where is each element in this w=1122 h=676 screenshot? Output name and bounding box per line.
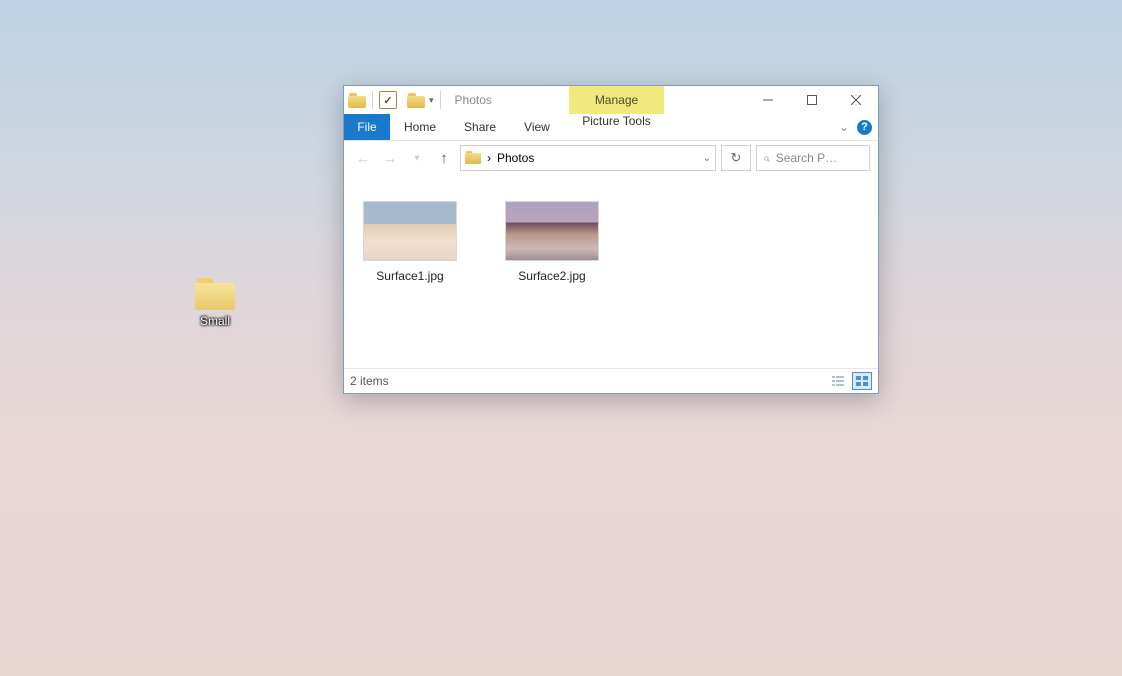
desktop-folder-small[interactable]: Small [182,278,248,328]
image-thumbnail [505,201,599,261]
nav-up-button[interactable]: ↑ [433,147,455,169]
search-icon: ⌕ [763,151,770,166]
titlebar[interactable]: ✓ ▾ Photos Manage [344,86,878,114]
explorer-window: ✓ ▾ Photos Manage Fi [343,85,879,394]
breadcrumb-separator: › [487,151,491,165]
qat-properties-icon[interactable]: ✓ [379,91,397,109]
thumbnails-view-icon [856,376,868,386]
search-placeholder: Search P… [776,151,837,165]
tab-file[interactable]: File [344,114,390,140]
file-item[interactable]: Surface1.jpg [362,201,458,283]
address-bar[interactable]: › Photos ⌄ [460,145,716,171]
tab-share[interactable]: Share [450,114,510,140]
nav-back-button[interactable]: ← [352,147,374,169]
refresh-icon: ↻ [731,150,742,166]
tab-view[interactable]: View [510,114,564,140]
close-icon [851,95,861,105]
ribbon-tabs: File Home Share View Picture Tools ⌄ ? [344,114,878,141]
desktop-icon-label: Small [200,314,230,328]
details-view-icon [832,376,844,386]
tab-home[interactable]: Home [390,114,450,140]
arrow-left-icon: ← [356,150,371,167]
window-title: Photos [455,93,492,107]
maximize-icon [807,95,817,105]
ribbon-expand-icon[interactable]: ⌄ [839,120,849,134]
status-bar: 2 items [344,368,878,393]
tab-picture-tools[interactable]: Picture Tools [569,114,664,128]
nav-row: ← → ▾ ↑ › Photos ⌄ ↻ ⌕ Search P… [344,141,878,175]
close-button[interactable] [834,86,878,114]
folder-icon [195,278,235,310]
chevron-down-icon: ▾ [414,153,419,164]
nav-history-button[interactable]: ▾ [406,147,428,169]
divider [372,91,373,109]
view-thumbnails-button[interactable] [852,372,872,390]
nav-forward-button[interactable]: → [379,147,401,169]
view-details-button[interactable] [828,372,848,390]
status-text: 2 items [350,374,389,388]
folder-icon [348,91,366,109]
folder-icon [465,151,481,165]
qat-customize-icon[interactable]: ▾ [429,95,434,106]
qat-new-folder-icon[interactable] [407,91,425,109]
refresh-button[interactable]: ↻ [721,145,751,171]
help-icon[interactable]: ? [857,120,872,135]
address-dropdown-icon[interactable]: ⌄ [703,153,711,164]
minimize-icon [763,95,773,105]
arrow-right-icon: → [383,150,398,167]
file-name: Surface1.jpg [376,269,443,283]
divider [440,91,441,109]
search-input[interactable]: ⌕ Search P… [756,145,870,171]
file-name: Surface2.jpg [518,269,585,283]
contextual-tab-header: Manage [569,86,664,114]
file-item[interactable]: Surface2.jpg [504,201,600,283]
image-thumbnail [363,201,457,261]
file-list[interactable]: Surface1.jpg Surface2.jpg [344,175,878,368]
breadcrumb-current[interactable]: Photos [497,151,534,165]
maximize-button[interactable] [790,86,834,114]
arrow-up-icon: ↑ [440,150,448,167]
desktop[interactable]: Small ✓ ▾ Photos Manage [0,0,1122,676]
minimize-button[interactable] [746,86,790,114]
